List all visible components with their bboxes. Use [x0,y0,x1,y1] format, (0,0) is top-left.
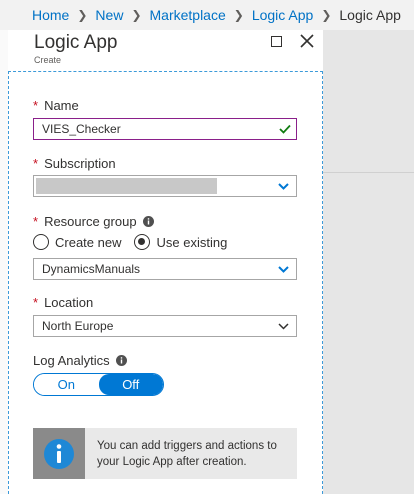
info-icon[interactable] [115,355,127,366]
radio-use-existing-label[interactable]: Use existing [156,235,227,250]
blade-header: Logic App Create [8,30,323,71]
maximize-icon[interactable] [271,36,282,47]
chevron-down-icon [278,266,289,273]
chevron-right-icon: ❯ [233,8,244,22]
log-analytics-label: Log Analytics [33,353,127,368]
subscription-label-text: Subscription [44,156,116,171]
radio-create-new-label[interactable]: Create new [55,235,121,250]
breadcrumb-marketplace[interactable]: Marketplace [150,7,226,23]
location-label-text: Location [44,295,94,310]
divider [323,172,414,173]
radio-create-new[interactable] [33,234,49,250]
chevron-down-icon [278,183,289,190]
breadcrumb: Home ❯ New ❯ Marketplace ❯ Logic App ❯ L… [0,0,414,30]
focus-outline [8,71,323,72]
info-circle-icon [44,438,74,469]
name-label-text: Name [44,98,79,113]
name-input[interactable]: VIES_Checker [33,118,297,140]
toggle-off-option[interactable]: Off [98,374,163,395]
blade-subtitle: Create [34,55,62,65]
create-blade: Logic App Create * Name VIES_Checker * S… [8,30,323,494]
location-label: * Location [33,295,93,310]
required-marker: * [33,295,39,310]
resource-group-label: * Resource group [33,214,154,229]
close-icon[interactable] [299,33,315,49]
focus-outline [322,71,323,494]
chevron-right-icon: ❯ [131,8,142,22]
toggle-on-option[interactable]: On [34,374,99,395]
name-input-value: VIES_Checker [42,122,121,136]
required-marker: * [33,98,39,113]
radio-use-existing[interactable] [134,234,151,250]
redacted-value [36,178,217,194]
info-box-icon-container [33,428,85,479]
breadcrumb-home[interactable]: Home [32,7,69,23]
chevron-down-icon [278,323,289,330]
location-value: North Europe [42,319,114,333]
resource-group-label-text: Resource group [44,214,137,229]
chevron-right-icon: ❯ [77,8,88,22]
required-marker: * [33,156,39,171]
breadcrumb-logic-app[interactable]: Logic App [252,7,314,23]
background-panel-right [323,30,414,494]
background-panel-left [0,30,8,494]
location-dropdown[interactable]: North Europe [33,315,297,337]
subscription-dropdown[interactable] [33,175,297,197]
resource-group-value: DynamicsManuals [42,262,141,276]
resource-group-radio-group: Create new Use existing [33,234,240,250]
checkmark-icon [279,124,291,134]
name-label: * Name [33,98,79,113]
info-icon[interactable] [142,216,154,227]
info-message-text: You can add triggers and actions to your… [97,439,277,468]
log-analytics-label-text: Log Analytics [33,353,110,368]
subscription-label: * Subscription [33,156,116,171]
chevron-right-icon: ❯ [321,8,332,22]
focus-outline [8,71,9,494]
info-message: You can add triggers and actions to your… [33,428,297,479]
breadcrumb-current: Logic App [339,7,401,23]
log-analytics-toggle[interactable]: On Off [33,373,164,396]
resource-group-dropdown[interactable]: DynamicsManuals [33,258,297,280]
breadcrumb-new[interactable]: New [95,7,123,23]
blade-title: Logic App [34,32,118,53]
required-marker: * [33,214,39,229]
